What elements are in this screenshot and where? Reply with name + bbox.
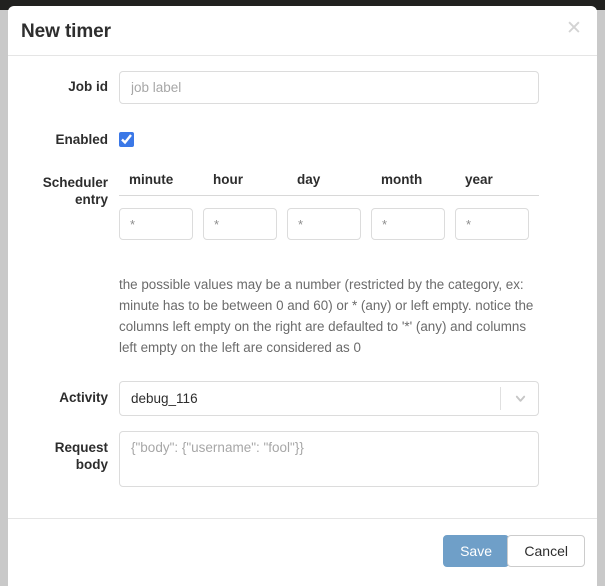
enabled-field-area	[119, 132, 134, 152]
scheduler-column-headers: minute hour day month year	[119, 172, 539, 196]
scheduler-cell-minute	[119, 208, 203, 240]
scheduler-header-day: day	[297, 172, 321, 187]
scheduler-header-hour: hour	[213, 172, 243, 187]
cancel-button[interactable]: Cancel	[507, 535, 585, 567]
activity-select-value[interactable]: debug_116	[119, 381, 539, 416]
job-id-label: Job id	[68, 79, 108, 94]
scheduler-input-hour[interactable]	[203, 208, 277, 240]
enabled-checkbox[interactable]	[119, 132, 134, 147]
close-icon[interactable]: ✕	[563, 18, 585, 40]
activity-field-area: debug_116	[119, 381, 539, 416]
page-gutter-left	[0, 10, 8, 586]
scheduler-entry-label: Scheduler entry	[8, 174, 108, 208]
request-body-field-area	[119, 431, 539, 492]
job-id-field-area	[119, 71, 539, 104]
dialog-body: Job id Enabled Scheduler entry minute ho…	[8, 56, 597, 518]
scheduler-entry-label-line2: entry	[74, 192, 108, 207]
job-id-input[interactable]	[119, 71, 539, 104]
scheduler-header-month: month	[381, 172, 423, 187]
scheduler-help-area: the possible values may be a number (res…	[119, 274, 547, 358]
request-body-label: Request body	[8, 439, 108, 473]
scheduler-cell-hour	[203, 208, 287, 240]
dialog-title: New timer	[21, 21, 111, 42]
scheduler-inputs-row	[119, 208, 539, 240]
scheduler-help-text: the possible values may be a number (res…	[119, 277, 534, 355]
new-timer-dialog: New timer ✕ Job id Enabled Scheduler ent…	[8, 6, 597, 581]
dialog-footer: Save Cancel	[8, 518, 597, 581]
scheduler-header-year: year	[465, 172, 493, 187]
request-body-label-line2: body	[75, 457, 108, 472]
scheduler-grid: minute hour day month year	[119, 172, 539, 240]
request-body-textarea[interactable]	[119, 431, 539, 487]
scheduler-cell-month	[371, 208, 455, 240]
scheduler-header-minute: minute	[129, 172, 174, 187]
activity-select[interactable]: debug_116	[119, 381, 539, 416]
scheduler-input-year[interactable]	[455, 208, 529, 240]
scheduler-input-day[interactable]	[287, 208, 361, 240]
activity-select-separator	[500, 387, 501, 410]
scheduler-cell-year	[455, 208, 539, 240]
request-body-label-line1: Request	[54, 440, 108, 455]
save-button[interactable]: Save	[443, 535, 509, 567]
scheduler-cell-day	[287, 208, 371, 240]
activity-label: Activity	[59, 390, 108, 405]
scheduler-entry-label-line1: Scheduler	[42, 175, 108, 190]
scheduler-input-month[interactable]	[371, 208, 445, 240]
dialog-header: New timer ✕	[8, 6, 597, 56]
scheduler-input-minute[interactable]	[119, 208, 193, 240]
enabled-label: Enabled	[55, 132, 108, 147]
page-gutter-right	[597, 10, 605, 586]
